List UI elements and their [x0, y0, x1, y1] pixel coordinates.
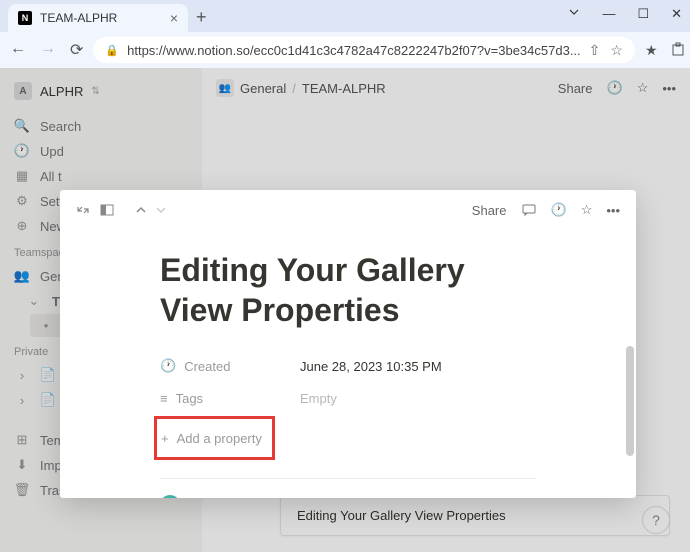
url-input[interactable]: 🔒 https://www.notion.so/ecc0c1d41c3c4782… [93, 37, 635, 63]
divider [160, 478, 536, 479]
clock-icon: 🕐 [14, 143, 30, 159]
back-button[interactable]: ← [10, 40, 26, 60]
extensions-icon[interactable]: ★ [645, 42, 658, 59]
updates-icon[interactable]: 🕐 [551, 202, 567, 218]
gear-icon: ⚙ [14, 193, 30, 209]
browser-tab[interactable]: N TEAM-ALPHR × [8, 4, 188, 32]
property-tags[interactable]: ≡Tags Empty [160, 382, 536, 414]
new-tab-button[interactable]: + [196, 7, 207, 32]
more-icon[interactable]: ••• [662, 81, 676, 96]
plus-icon: + [161, 431, 169, 446]
sidebar-updates[interactable]: 🕐Upd [6, 139, 196, 163]
import-icon: ⬇ [14, 457, 30, 473]
page-icon: 📄 [40, 367, 56, 383]
browser-tab-strip: N TEAM-ALPHR × + — ☐ ✕ [0, 0, 690, 32]
team-icon: 👥 [14, 268, 30, 284]
add-property-button[interactable]: + Add a property [161, 422, 262, 454]
favorite-icon[interactable]: ☆ [581, 202, 593, 218]
comments-icon[interactable] [521, 202, 537, 218]
url-text: https://www.notion.so/ecc0c1d41c3c4782a4… [127, 43, 581, 58]
chevron-down-icon[interactable] [568, 6, 580, 22]
share-button[interactable]: Share [472, 203, 507, 218]
more-icon[interactable]: ••• [606, 203, 620, 218]
page-modal: Share 🕐 ☆ ••• Editing Your Gallery View … [60, 190, 636, 498]
comment-placeholder: Add a comment... [190, 498, 292, 499]
clock-icon: 🕐 [160, 358, 176, 374]
forward-button[interactable]: → [40, 40, 56, 60]
team-badge-icon: 👥 [216, 79, 234, 97]
favorite-icon[interactable]: ☆ [637, 80, 649, 96]
peek-mode-icon[interactable] [100, 203, 114, 217]
close-tab-icon[interactable]: × [170, 10, 178, 26]
workspace-badge: A [14, 82, 32, 100]
chevron-right-icon: › [14, 393, 30, 408]
workspace-name: ALPHR [40, 84, 83, 99]
puzzle-icon[interactable] [670, 42, 686, 58]
templates-icon: ⊞ [14, 432, 30, 448]
add-property-highlight: + Add a property [154, 416, 275, 460]
scrollbar[interactable] [626, 346, 634, 456]
breadcrumb[interactable]: 👥 General / TEAM-ALPHR [216, 79, 386, 97]
window-controls: — ☐ ✕ [568, 6, 682, 22]
updates-icon[interactable]: 🕐 [607, 80, 623, 96]
plus-circle-icon: ⊕ [14, 218, 30, 234]
bullet-icon: • [38, 318, 54, 333]
reload-button[interactable]: ⟳ [70, 40, 83, 60]
star-url-icon[interactable]: ☆ [610, 42, 623, 59]
notion-favicon: N [18, 11, 32, 25]
expand-icon[interactable] [76, 203, 90, 217]
tags-value: Empty [300, 391, 337, 406]
workspace-switcher[interactable]: A ALPHR ⇅ [6, 78, 196, 104]
page-icon: 📄 [40, 392, 56, 408]
page-title[interactable]: Editing Your Gallery View Properties [160, 250, 536, 330]
sidebar-all-teamspaces[interactable]: ▦All t [6, 164, 196, 188]
help-button[interactable]: ? [642, 506, 670, 534]
trash-icon: 🗑 [14, 482, 30, 498]
tab-title: TEAM-ALPHR [40, 11, 117, 25]
prev-page-icon[interactable] [134, 203, 148, 217]
next-page-icon[interactable] [154, 203, 168, 217]
sidebar-search[interactable]: 🔍Search [6, 114, 196, 138]
lock-icon: 🔒 [105, 44, 119, 57]
add-comment[interactable]: Add a comment... [160, 489, 536, 498]
teamspaces-icon: ▦ [14, 168, 30, 184]
chevron-down-icon: ⌄ [26, 293, 42, 309]
share-url-icon[interactable]: ⇧ [589, 42, 601, 59]
address-bar: ← → ⟳ 🔒 https://www.notion.so/ecc0c1d41c… [0, 32, 690, 68]
top-bar: 👥 General / TEAM-ALPHR Share 🕐 ☆ ••• [202, 68, 690, 108]
search-icon: 🔍 [14, 118, 30, 134]
user-avatar [160, 495, 180, 498]
maximize-icon[interactable]: ☐ [637, 6, 649, 22]
minimize-icon[interactable]: — [602, 6, 615, 22]
chevron-icon: ⇅ [91, 86, 99, 97]
chevron-right-icon: › [14, 368, 30, 383]
property-created[interactable]: 🕐Created June 28, 2023 10:35 PM [160, 350, 536, 382]
list-icon: ≡ [160, 391, 168, 406]
created-value: June 28, 2023 10:35 PM [300, 359, 442, 374]
close-window-icon[interactable]: ✕ [671, 6, 682, 22]
gallery-card[interactable]: Editing Your Gallery View Properties [280, 495, 670, 536]
share-button[interactable]: Share [558, 81, 593, 96]
